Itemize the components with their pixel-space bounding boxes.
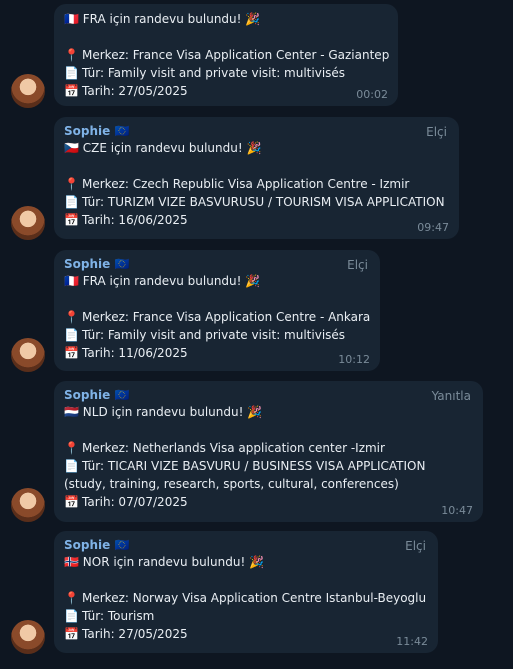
flag-icon: 🇫🇷 xyxy=(64,12,79,26)
avatar[interactable] xyxy=(11,488,45,522)
document-icon: 📄 xyxy=(64,609,79,623)
pin-icon: 📍 xyxy=(64,441,79,455)
center-text: Merkez: Netherlands Visa application cen… xyxy=(82,441,385,455)
reply-button[interactable]: Yanıtla xyxy=(432,389,471,403)
flag-icon: 🇨🇿 xyxy=(64,141,79,155)
sender-name[interactable]: Sophie 🇪🇺 xyxy=(64,537,428,553)
document-icon: 📄 xyxy=(64,195,79,209)
message-bubble[interactable]: Sophie 🇪🇺 Yanıtla 🇳🇱 NLD için randevu bu… xyxy=(54,381,483,522)
avatar[interactable] xyxy=(11,206,45,240)
calendar-icon: 📅 xyxy=(64,213,79,227)
type-text: Tür: TURIZM VIZE BASVURUSU / TOURISM VIS… xyxy=(82,195,445,209)
timestamp: 11:42 xyxy=(396,635,428,648)
document-icon: 📄 xyxy=(64,328,79,342)
timestamp: 00:02 xyxy=(356,88,388,101)
calendar-icon: 📅 xyxy=(64,84,79,98)
message-bubble[interactable]: 🇫🇷 FRA için randevu bulundu! 🎉 📍 Merkez: … xyxy=(54,4,398,106)
flag-icon: 🇳🇱 xyxy=(64,405,79,419)
headline: 🇫🇷 FRA için randevu bulundu! 🎉 xyxy=(64,274,261,288)
role-badge: Elçi xyxy=(426,125,447,139)
pin-icon: 📍 xyxy=(64,310,79,324)
message-bubble[interactable]: Sophie 🇪🇺 Elçi 🇳🇴 NOR için randevu bulun… xyxy=(54,531,438,653)
avatar[interactable] xyxy=(11,74,45,108)
timestamp: 09:47 xyxy=(417,221,449,234)
type-text: Tür: TICARI VIZE BASVURU / BUSINESS VISA… xyxy=(64,459,426,491)
pin-icon: 📍 xyxy=(64,177,79,191)
sender-name[interactable]: Sophie 🇪🇺 xyxy=(64,123,449,139)
center-text: Merkez: France Visa Application Center -… xyxy=(82,48,390,62)
pin-icon: 📍 xyxy=(64,591,79,605)
date-text: Tarih: 27/05/2025 xyxy=(82,84,188,98)
date-text: Tarih: 27/05/2025 xyxy=(82,627,188,641)
date-text: Tarih: 11/06/2025 xyxy=(82,346,188,360)
sender-name[interactable]: Sophie 🇪🇺 xyxy=(64,387,473,403)
headline: 🇳🇴 NOR için randevu bulundu! 🎉 xyxy=(64,555,265,569)
flag-icon: 🇳🇴 xyxy=(64,555,79,569)
document-icon: 📄 xyxy=(64,66,79,80)
center-text: Merkez: Czech Republic Visa Application … xyxy=(82,177,410,191)
type-text: Tür: Tourism xyxy=(82,609,155,623)
sender-name[interactable]: Sophie 🇪🇺 xyxy=(64,256,370,272)
flag-icon: 🇫🇷 xyxy=(64,274,79,288)
date-text: Tarih: 07/07/2025 xyxy=(82,495,188,509)
center-text: Merkez: Norway Visa Application Centre I… xyxy=(82,591,427,605)
headline: 🇳🇱 NLD için randevu bulundu! 🎉 xyxy=(64,405,263,419)
calendar-icon: 📅 xyxy=(64,627,79,641)
headline: 🇫🇷 FRA için randevu bulundu! 🎉 xyxy=(64,12,261,26)
message-bubble[interactable]: Sophie 🇪🇺 Elçi 🇫🇷 FRA için randevu bulun… xyxy=(54,250,380,371)
type-text: Tür: Family visit and private visit: mul… xyxy=(82,66,346,80)
date-text: Tarih: 16/06/2025 xyxy=(82,213,188,227)
role-badge: Elçi xyxy=(347,258,368,272)
calendar-icon: 📅 xyxy=(64,346,79,360)
role-badge: Elçi xyxy=(405,539,426,553)
avatar[interactable] xyxy=(11,338,45,372)
pin-icon: 📍 xyxy=(64,48,79,62)
calendar-icon: 📅 xyxy=(64,495,79,509)
center-text: Merkez: France Visa Application Centre -… xyxy=(82,310,371,324)
avatar[interactable] xyxy=(11,620,45,654)
timestamp: 10:12 xyxy=(338,353,370,366)
type-text: Tür: Family visit and private visit: mul… xyxy=(82,328,346,342)
timestamp: 10:47 xyxy=(441,504,473,517)
headline: 🇨🇿 CZE için randevu bulundu! 🎉 xyxy=(64,141,262,155)
message-bubble[interactable]: Sophie 🇪🇺 Elçi 🇨🇿 CZE için randevu bulun… xyxy=(54,117,459,239)
document-icon: 📄 xyxy=(64,459,79,473)
